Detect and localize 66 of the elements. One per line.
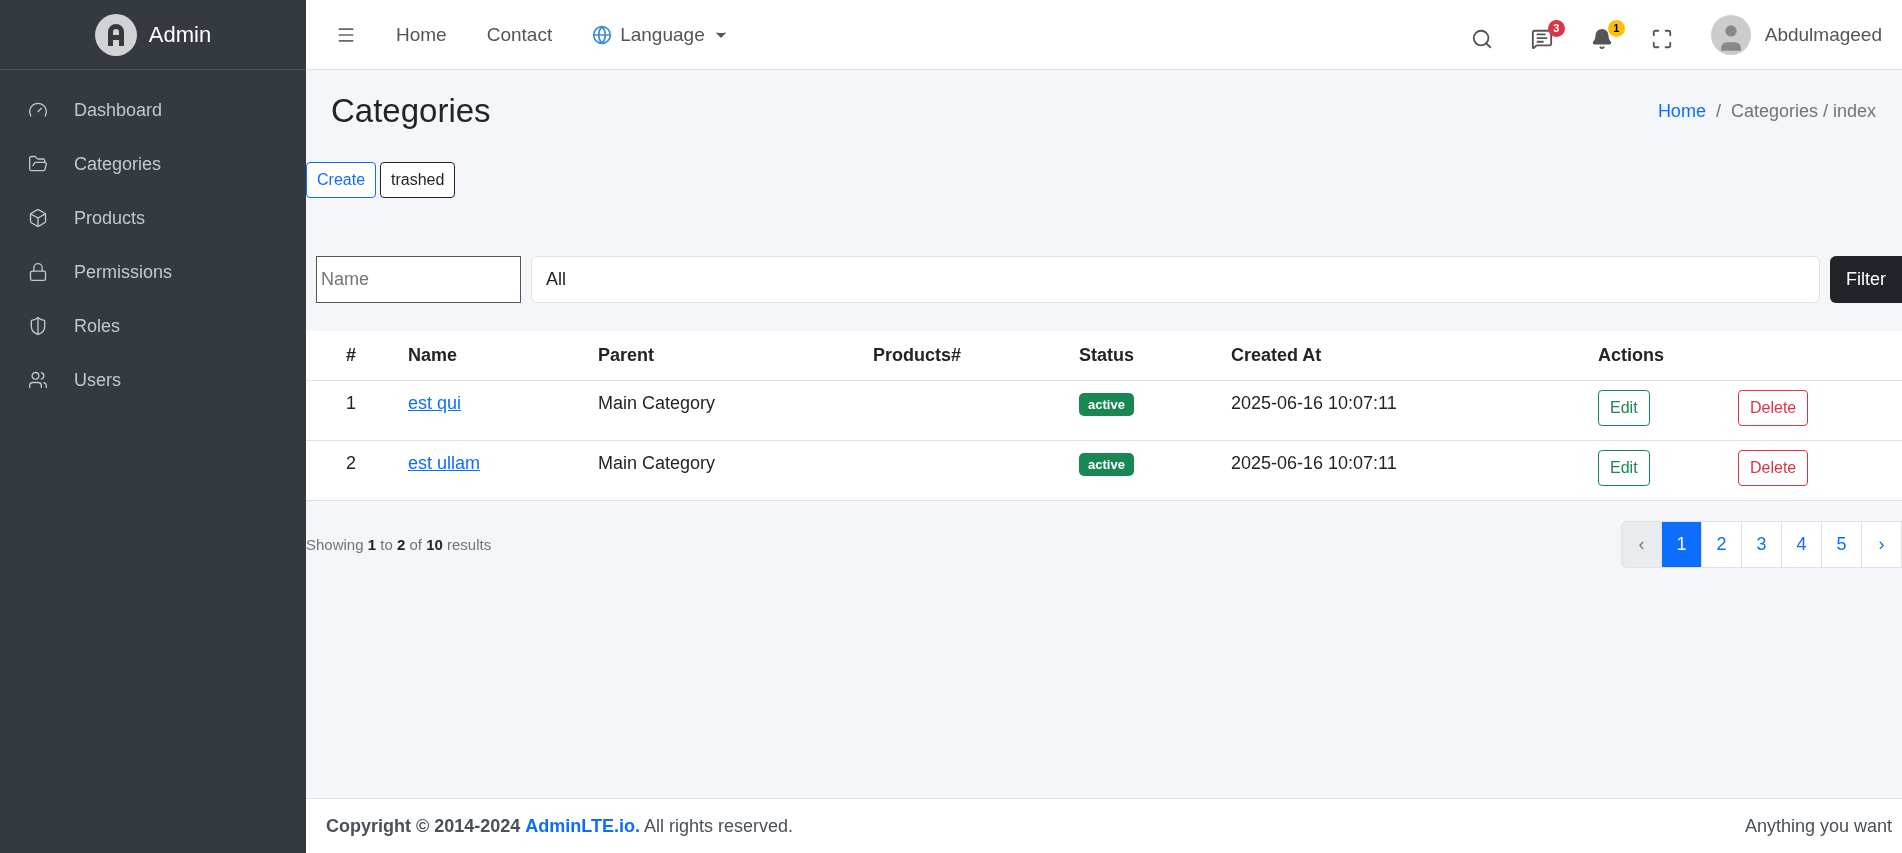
table-cell: 2025-06-16 10:07:11 (1231, 393, 1397, 413)
page-link[interactable]: 4 (1781, 521, 1822, 568)
column-header: Products# (873, 345, 962, 365)
previous-page[interactable]: ‹ (1621, 521, 1662, 568)
row-number: 2 (346, 453, 356, 473)
page-link[interactable]: 5 (1821, 521, 1862, 568)
box-icon (28, 208, 48, 228)
avatar[interactable] (1710, 14, 1751, 55)
name-input[interactable]: Name (316, 256, 521, 303)
breadcrumb-current: Categories / index (1730, 100, 1876, 122)
breadcrumb-link[interactable]: Home (1657, 100, 1706, 122)
column-header: Actions (1598, 345, 1664, 365)
delete-button[interactable]: Delete (1738, 390, 1809, 426)
shield-icon (28, 316, 48, 336)
column-header: Parent (598, 345, 655, 365)
sidebar-item[interactable]: Users (0, 354, 306, 406)
column-header: Created At (1231, 345, 1322, 365)
users-icon (28, 370, 48, 390)
status-badge: active (1079, 393, 1134, 416)
user-name[interactable]: Abdulmageed (1764, 23, 1882, 46)
table-cell: Main Category (598, 453, 716, 473)
trashed-button[interactable]: trashed (380, 162, 456, 198)
category-link[interactable]: est qui (408, 393, 462, 413)
edit-button[interactable]: Edit (1598, 390, 1650, 426)
next-page[interactable]: › (1861, 521, 1902, 568)
notifications-button[interactable]: 1 (1590, 19, 1625, 50)
nav-link[interactable]: Home (396, 23, 447, 46)
fullscreen-icon[interactable] (1650, 27, 1673, 50)
language-dropdown[interactable]: Language (592, 23, 729, 46)
page-link[interactable]: 2 (1701, 521, 1742, 568)
lock-icon (28, 262, 48, 282)
breadcrumb-separator: / (1715, 100, 1721, 122)
copyright-text: Copyright © 2014-2024 AdminLTE.io. All rights reserved. (326, 815, 794, 837)
results-summary: Showing 1 to 2 of 10 results (306, 536, 492, 553)
filter-button[interactable]: Filter (1830, 256, 1902, 303)
row-number: 1 (346, 393, 356, 413)
folder-icon (28, 154, 48, 174)
create-button[interactable]: Create (306, 162, 377, 198)
column-header: Status (1079, 345, 1134, 365)
messages-button[interactable]: 3 (1530, 19, 1565, 50)
sidebar-item[interactable]: Categories (0, 138, 306, 190)
footer-link[interactable]: AdminLTE.io. (525, 815, 640, 836)
page-title: Categories (331, 92, 491, 130)
category-link[interactable]: est ullam (408, 453, 481, 473)
globe-icon (592, 24, 613, 45)
status-select[interactable]: All (531, 256, 1820, 303)
sidebar-item[interactable]: Products (0, 192, 306, 244)
message-count: 3 (1547, 19, 1565, 37)
column-header: # (346, 345, 356, 365)
status-badge: active (1079, 453, 1134, 476)
column-header: Name (408, 345, 458, 365)
logo-icon (94, 13, 137, 56)
footer-note: Anything you want (1744, 815, 1892, 837)
search-icon[interactable] (1470, 27, 1493, 50)
edit-button[interactable]: Edit (1598, 450, 1650, 486)
sidebar-item[interactable]: Dashboard (0, 84, 306, 136)
table-cell: 2025-06-16 10:07:11 (1231, 453, 1397, 473)
sidebar-item[interactable]: Permissions (0, 246, 306, 298)
brand-name[interactable]: Admin (148, 21, 212, 48)
page-link[interactable]: 3 (1741, 521, 1782, 568)
delete-button[interactable]: Delete (1738, 450, 1809, 486)
sidebar-item[interactable]: Roles (0, 300, 306, 352)
notification-count: 1 (1607, 19, 1625, 37)
nav-link[interactable]: Contact (486, 23, 553, 46)
table-cell: Main Category (598, 393, 716, 413)
page-link[interactable]: 1 (1661, 521, 1702, 568)
